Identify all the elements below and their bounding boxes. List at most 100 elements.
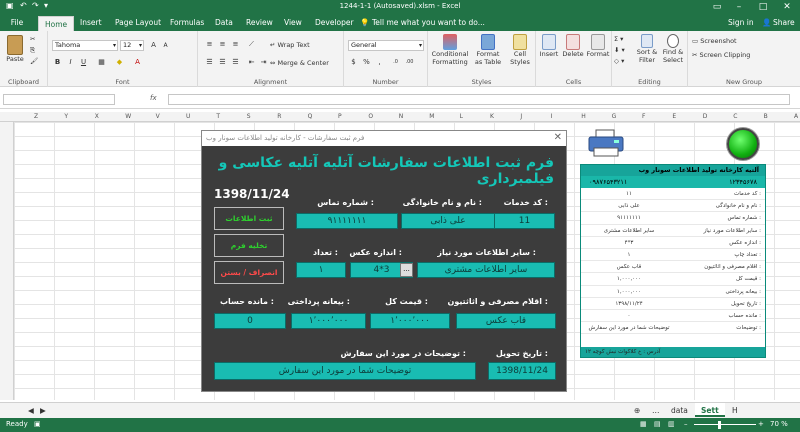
other-info-field[interactable]: سایر اطلاعات مشتری [417,262,555,278]
page-break-view-icon[interactable]: ▥ [668,420,675,428]
maximize-icon[interactable]: □ [752,0,774,14]
decrease-decimal-icon[interactable]: .00 [404,57,415,68]
align-center-icon[interactable]: ☰ [217,57,228,68]
items-field[interactable]: قاب عکس [456,313,556,329]
shrink-font-icon[interactable]: A [160,40,171,51]
number-format-select[interactable]: General ▾ [348,40,424,51]
column-header[interactable]: J [520,113,522,120]
add-sheet-icon[interactable]: ⊕ [634,406,640,415]
minimize-icon[interactable]: – [728,0,750,14]
column-header[interactable]: C [733,113,737,120]
tab-insert[interactable]: Insert [80,18,102,27]
increase-decimal-icon[interactable]: .0 [390,57,401,68]
sort-filter-button[interactable]: Sort & Filter [634,34,660,64]
comma-icon[interactable]: , [374,57,385,68]
copy-icon[interactable]: ⎘ [30,46,35,55]
column-header[interactable]: Z [34,113,38,120]
column-header[interactable]: G [612,113,617,120]
italic-icon[interactable]: I [65,57,76,68]
tab-formulas[interactable]: Formulas [170,18,204,27]
column-header[interactable]: D [703,113,708,120]
macro-record-icon[interactable]: ▣ [34,420,41,428]
fill-color-icon[interactable]: ◆ [114,57,125,68]
sheet-nav-next-icon[interactable]: ▶ [40,406,46,415]
remaining-field[interactable]: 0 [214,313,286,329]
column-header[interactable]: T [216,113,220,120]
column-header[interactable]: E [672,113,676,120]
align-top-icon[interactable]: ≡ [204,39,215,50]
paste-button[interactable]: Paste [4,35,26,63]
ribbon-display-icon[interactable]: ▭ [706,0,728,14]
borders-icon[interactable]: ▦ [96,57,107,68]
sheet-tab-data[interactable]: data [671,406,688,415]
fill-icon[interactable]: ⬇ ▾ [614,46,625,54]
align-left-icon[interactable]: ☰ [204,57,215,68]
merge-center-button[interactable]: ⇔ Merge & Center [270,59,329,67]
column-header[interactable]: A [794,113,798,120]
description-field[interactable]: توضیحات شما در مورد این سفارش [214,362,476,380]
tab-view[interactable]: View [284,18,302,27]
zoom-slider[interactable] [694,424,756,425]
cell-styles-button[interactable]: Cell Styles [506,34,534,66]
clear-icon[interactable]: ◇ ▾ [614,57,624,65]
increase-indent-icon[interactable]: ⇥ [258,57,269,68]
column-header[interactable]: Q [308,113,313,120]
tab-file[interactable]: File [6,18,28,27]
font-name-select[interactable]: Tahoma ▾ [52,40,118,51]
column-header[interactable]: I [551,113,553,120]
column-header[interactable]: N [399,113,404,120]
total-price-field[interactable]: ۱٬۰۰۰٬۰۰۰ [370,313,450,329]
orientation-icon[interactable]: ⟋ [246,39,257,50]
share-button[interactable]: Share [773,18,795,27]
photo-size-picker-button[interactable]: ... [400,263,413,277]
column-header[interactable]: F [642,113,645,120]
deposit-field[interactable]: ۱٬۰۰۰٬۰۰۰ [291,313,366,329]
column-header[interactable]: R [277,113,281,120]
column-header[interactable]: L [460,113,463,120]
tab-developer[interactable]: Developer [315,18,354,27]
column-header[interactable]: W [125,113,131,120]
align-middle-icon[interactable]: ≡ [217,39,228,50]
service-code-field[interactable]: 11 [494,213,555,229]
zoom-in-icon[interactable]: + [758,420,764,428]
more-sheets-icon[interactable]: … [652,406,660,415]
currency-icon[interactable]: $ [348,57,359,68]
underline-icon[interactable]: U [78,57,89,68]
close-icon[interactable]: ✕ [776,0,798,14]
sign-in-link[interactable]: Sign in [728,18,754,27]
sheet-tab-h[interactable]: H [732,406,738,415]
tell-me-box[interactable]: Tell me what you want to do... [372,18,485,27]
normal-view-icon[interactable]: ▦ [640,420,647,428]
align-right-icon[interactable]: ☰ [230,57,241,68]
phone-field[interactable]: ۹۱۱۱۱۱۱۱ [296,213,398,229]
screen-clipping-button[interactable]: ✂ Screen Clipping [692,51,750,59]
full-name-field[interactable]: علی ذابی [401,213,495,229]
name-box[interactable] [3,94,115,105]
conditional-formatting-button[interactable]: Conditional Formatting [430,34,470,66]
column-header[interactable]: H [581,113,586,120]
wrap-text-button[interactable]: ↵ Wrap Text [270,41,310,49]
formula-input[interactable] [168,94,790,105]
align-bottom-icon[interactable]: ≡ [230,39,241,50]
delivery-date-field[interactable]: 1398/11/24 [488,362,556,380]
bold-icon[interactable]: B [52,57,63,68]
delete-cells-button[interactable]: Delete [561,34,585,58]
screenshot-button[interactable]: ▭ Screenshot [692,37,737,45]
decrease-indent-icon[interactable]: ⇤ [246,57,257,68]
format-as-table-button[interactable]: Format as Table [472,34,504,66]
column-header[interactable]: V [156,113,160,120]
tab-page-layout[interactable]: Page Layout [115,18,161,27]
tab-home[interactable]: Home [38,16,75,31]
sheet-tab-sett[interactable]: Sett [695,403,725,417]
column-header[interactable]: O [368,113,373,120]
save-button[interactable]: ثبت اطلاعات [214,207,284,230]
autosum-icon[interactable]: Σ ▾ [614,35,623,43]
fx-icon[interactable]: fx [150,94,157,102]
column-header[interactable]: U [186,113,190,120]
clear-form-button[interactable]: تخلیه فرم [214,234,284,257]
page-layout-view-icon[interactable]: ▤ [654,420,661,428]
column-header[interactable]: Y [64,113,68,120]
format-painter-icon[interactable]: 🖌 [30,57,38,65]
column-header[interactable]: M [429,113,434,120]
insert-cells-button[interactable]: Insert [538,34,560,58]
